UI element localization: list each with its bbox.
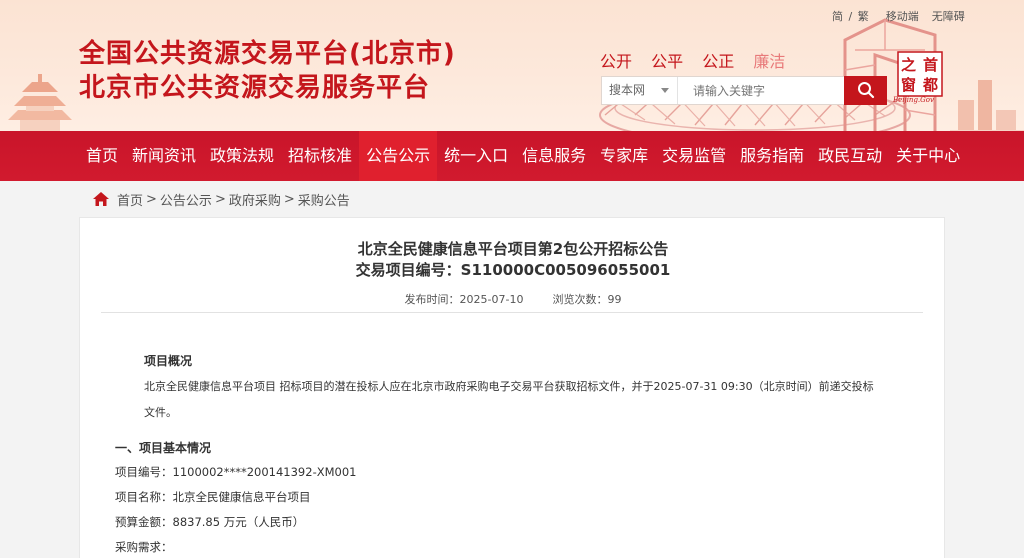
site-title-line2: 北京市公共资源交易服务平台 — [79, 73, 431, 103]
section-basic-info-heading: 一、项目基本情况 — [115, 441, 212, 455]
home-icon[interactable] — [92, 191, 110, 207]
nav-item-news[interactable]: 新闻资讯 — [125, 131, 203, 181]
main-nav-bar: 首页 新闻资讯 政策法规 招标核准 公告公示 统一入口 信息服务 专家库 交易监… — [0, 131, 1024, 181]
top-links: 简 / 繁 移动端 无障碍 — [832, 8, 967, 24]
breadcrumb-procurement-notice[interactable]: 采购公告 — [298, 190, 350, 209]
nav-item-expert-db[interactable]: 专家库 — [593, 131, 655, 181]
field-project-number: 项目编号：1100002****200141392-XM001 — [115, 464, 356, 480]
breadcrumb-announcements[interactable]: 公告公示 — [160, 190, 212, 209]
article-title: 北京全民健康信息平台项目第2包公开招标公告 — [357, 240, 669, 258]
publish-date: 2025-07-10 — [459, 293, 524, 306]
overview-text: 北京全民健康信息平台项目 招标项目的潜在投标人应在北京市政府采购电子交易平台获取… — [144, 380, 874, 419]
lang-separator: / — [848, 10, 853, 23]
search-box: 搜本网 — [601, 76, 887, 105]
accessibility-link[interactable]: 无障碍 — [932, 10, 965, 23]
value-item: 廉洁 — [753, 52, 786, 71]
logo-char: 都 — [922, 76, 938, 94]
overview-heading: 项目概况 — [144, 354, 193, 368]
field-value: 1100002****200141392-XM001 — [172, 465, 357, 479]
nav-item-supervision[interactable]: 交易监管 — [655, 131, 733, 181]
nav-item-bid-approval[interactable]: 招标核准 — [281, 131, 359, 181]
breadcrumb-separator: > — [146, 191, 157, 207]
search-scope-label: 搜本网 — [609, 83, 646, 97]
search-scope-select[interactable]: 搜本网 — [602, 77, 678, 104]
logo-char: 窗 — [901, 76, 916, 94]
value-item: 公正 — [702, 52, 735, 71]
field-label: 项目编号： — [115, 465, 173, 479]
breadcrumb-home[interactable]: 首页 — [117, 190, 143, 209]
nav-item-guide[interactable]: 服务指南 — [733, 131, 811, 181]
mobile-link[interactable]: 移动端 — [886, 10, 919, 23]
breadcrumb-gov-procurement[interactable]: 政府采购 — [229, 190, 281, 209]
publish-label: 发布时间： — [404, 293, 460, 306]
search-icon — [857, 82, 874, 99]
article-card: 北京全民健康信息平台项目第2包公开招标公告 交易项目编号：S110000C005… — [79, 217, 945, 558]
value-item: 公开 — [600, 52, 633, 71]
field-value: 8837.85 万元（人民币） — [172, 515, 305, 529]
breadcrumb: 首页 > 公告公示 > 政府采购 > 采购公告 — [92, 188, 350, 210]
article-code: 交易项目编号：S110000C005096055001 — [80, 259, 946, 280]
breadcrumb-separator: > — [283, 191, 295, 207]
field-label: 预算金额： — [115, 515, 173, 529]
nav-item-about[interactable]: 关于中心 — [889, 131, 967, 181]
nav-item-announcements[interactable]: 公告公示 — [359, 131, 438, 181]
logo-char: 首 — [923, 56, 938, 74]
simplified-link[interactable]: 简 — [832, 10, 843, 23]
field-project-name: 项目名称：北京全民健康信息平台项目 — [115, 489, 311, 505]
nav-item-info-service[interactable]: 信息服务 — [515, 131, 593, 181]
nav-item-policy[interactable]: 政策法规 — [203, 131, 281, 181]
field-label: 采购需求： — [115, 540, 173, 554]
field-budget: 预算金额：8837.85 万元（人民币） — [115, 514, 304, 530]
code-label: 交易项目编号： — [355, 261, 461, 279]
traditional-link[interactable]: 繁 — [858, 10, 869, 23]
core-values: 公开 公平 公正 廉洁 — [600, 48, 799, 72]
site-title-line1: 全国公共资源交易平台(北京市) — [79, 39, 456, 69]
site-header: 简 / 繁 移动端 无障碍 全国公共资源交易平台(北京市) 北京市公共资源交易服… — [0, 0, 1024, 181]
article-meta: 发布时间：2025-07-10 浏览次数：99 — [80, 291, 946, 307]
logo-caption: Beijing.Gov — [893, 96, 934, 104]
views-label: 浏览次数： — [552, 293, 608, 306]
search-input[interactable] — [679, 77, 845, 104]
breadcrumb-separator: > — [214, 191, 226, 207]
code-value: S110000C005096055001 — [460, 261, 671, 279]
logo-char: 之 — [901, 56, 916, 74]
main-nav: 首页 新闻资讯 政策法规 招标核准 公告公示 统一入口 信息服务 专家库 交易监… — [79, 131, 967, 181]
divider — [101, 312, 923, 313]
search-button[interactable] — [844, 76, 887, 105]
field-value: 北京全民健康信息平台项目 — [172, 490, 311, 504]
field-label: 项目名称： — [115, 490, 173, 504]
field-requirements: 采购需求： — [115, 539, 173, 555]
value-item: 公平 — [651, 52, 684, 71]
nav-item-interaction[interactable]: 政民互动 — [811, 131, 889, 181]
nav-item-home[interactable]: 首页 — [79, 131, 125, 181]
nav-item-unified-entry[interactable]: 统一入口 — [437, 131, 515, 181]
chevron-down-icon — [661, 88, 669, 93]
views-count: 99 — [607, 293, 622, 306]
